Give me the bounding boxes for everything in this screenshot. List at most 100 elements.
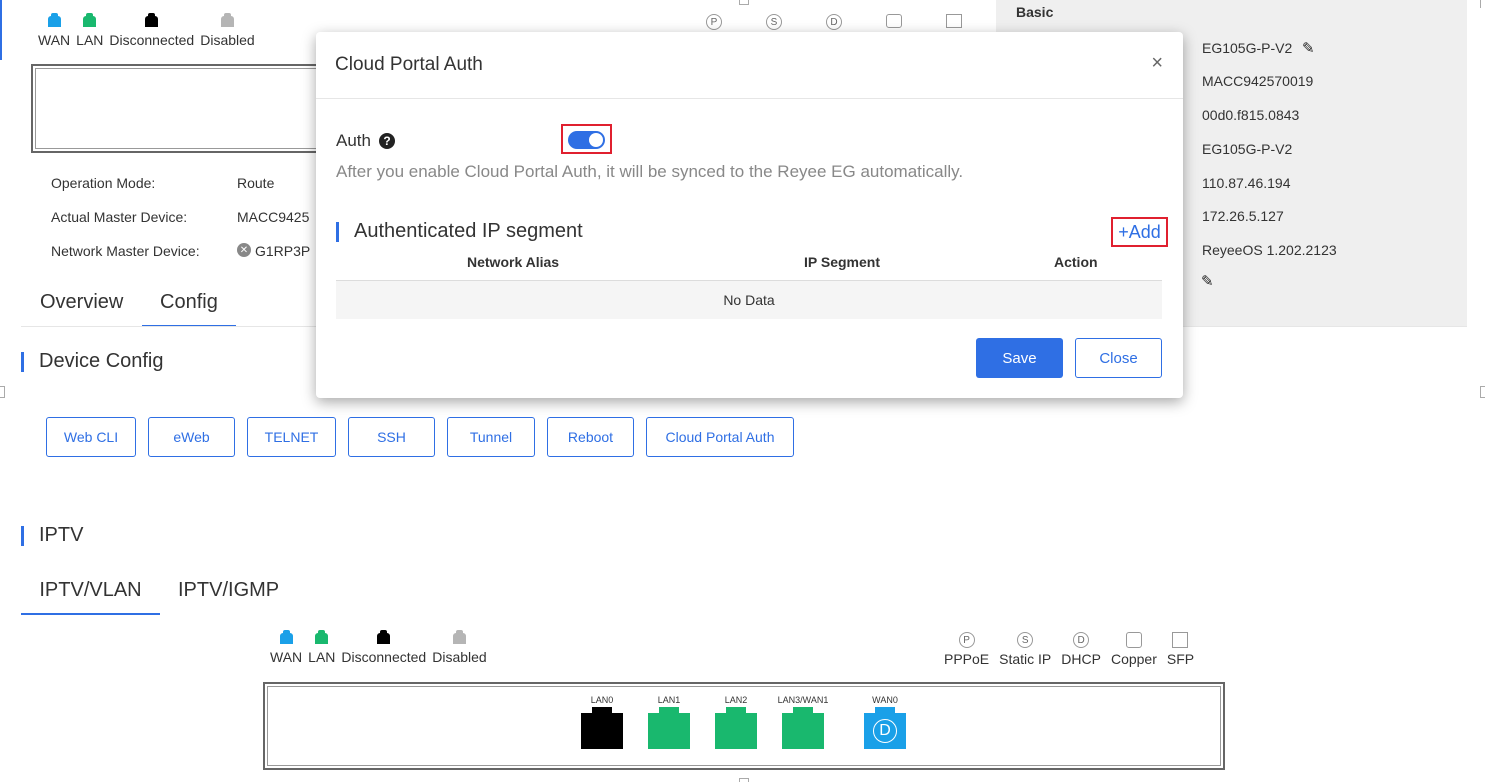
left-edge-marker <box>0 386 5 398</box>
close-button[interactable]: Close <box>1075 338 1162 378</box>
disconnected-swatch-icon <box>145 13 159 27</box>
top-port-frame <box>31 64 331 153</box>
legend-label: LAN <box>76 32 104 48</box>
basic-value: 110.87.46.194 <box>1202 175 1291 191</box>
legend-label: LAN <box>308 649 336 665</box>
network-master-status-icon: ✕ <box>237 243 251 257</box>
scroll-handle-icon <box>739 0 749 5</box>
pppoe-icon: P <box>958 632 975 648</box>
column-network-alias: Network Alias <box>467 254 560 270</box>
port-lan3-wan1[interactable]: LAN3/WAN1 <box>772 695 834 749</box>
port-label: LAN3/WAN1 <box>777 695 829 705</box>
ethernet-port-icon <box>581 707 623 749</box>
add-segment-button[interactable]: +Add <box>1111 217 1168 247</box>
port-lan1[interactable]: LAN1 <box>648 695 690 749</box>
legend-disabled: Disabled <box>432 630 487 665</box>
legend-disconnected: Disconnected <box>341 630 426 665</box>
left-edge-line <box>0 0 2 60</box>
auth-toggle[interactable] <box>568 131 605 149</box>
sfp-icon <box>1172 632 1189 648</box>
basic-value: ReyeeOS 1.202.2123 <box>1202 242 1337 258</box>
operation-mode-value: Route <box>237 175 275 191</box>
legend-wan: WAN <box>270 630 303 665</box>
port-label: LAN2 <box>724 695 748 705</box>
tab-config[interactable]: Config <box>142 291 236 327</box>
ethernet-port-icon: D <box>864 707 906 749</box>
edit-icon[interactable]: ✎ <box>1302 39 1315 57</box>
port-wan0[interactable]: WAN0 D <box>864 695 906 749</box>
legend-disconnected: Disconnected <box>109 13 195 48</box>
empty-table-message: No Data <box>336 281 1162 319</box>
dialog-title: Cloud Portal Auth <box>335 54 483 75</box>
legend-label: SFP <box>1166 651 1195 667</box>
column-ip-segment: IP Segment <box>804 254 880 270</box>
legend-pppoe: P PPPoE <box>939 632 994 667</box>
toggle-knob <box>589 133 603 147</box>
ethernet-port-icon <box>715 707 757 749</box>
copper-icon <box>1125 632 1142 648</box>
save-button[interactable]: Save <box>976 338 1063 378</box>
right-edge-marker <box>1480 386 1485 398</box>
disconnected-swatch-icon <box>377 630 391 644</box>
ethernet-port-icon <box>648 707 690 749</box>
right-edge-marker <box>1480 0 1485 8</box>
port-label: LAN1 <box>657 695 681 705</box>
scroll-handle-icon <box>739 778 749 782</box>
legend-label: PPPoE <box>944 651 990 667</box>
port-lan2[interactable]: LAN2 <box>715 695 757 749</box>
legend-sfp: SFP <box>1162 632 1199 667</box>
port-type-icons-top: P S D <box>706 14 962 30</box>
port-panel: LAN0 LAN1 LAN2 LAN3/WAN1 WAN0 D <box>263 682 1225 770</box>
basic-value: EG105G-P-V2 <box>1202 141 1293 157</box>
tab-iptv-vlan[interactable]: IPTV/VLAN <box>21 579 160 615</box>
legend-label: Disabled <box>200 32 255 48</box>
disabled-swatch-icon <box>220 13 234 27</box>
basic-value: 00d0.f815.0843 <box>1202 107 1300 123</box>
sfp-icon <box>946 14 962 28</box>
eweb-button[interactable]: eWeb <box>148 417 235 457</box>
edit-icon[interactable]: ✎ <box>1201 272 1214 290</box>
close-icon[interactable]: × <box>1151 52 1163 75</box>
network-master-value: G1RP3P <box>255 243 311 259</box>
legend-label: Disconnected <box>109 32 195 48</box>
copper-icon <box>886 14 902 28</box>
help-icon[interactable]: ? <box>378 133 395 149</box>
legend-dhcp: D DHCP <box>1056 632 1106 667</box>
wan-swatch-icon <box>47 13 61 27</box>
legend-label: Disabled <box>432 649 487 665</box>
port-lan0[interactable]: LAN0 <box>581 695 623 749</box>
lan-swatch-icon <box>315 630 329 644</box>
iptv-title: IPTV <box>21 524 83 547</box>
tab-overview[interactable]: Overview <box>40 291 123 327</box>
legend-lan: LAN <box>308 630 336 665</box>
tunnel-button[interactable]: Tunnel <box>447 417 535 457</box>
lan-swatch-icon <box>83 13 97 27</box>
legend-label: Static IP <box>999 651 1052 667</box>
ssh-button[interactable]: SSH <box>348 417 435 457</box>
device-config-title: Device Config <box>21 350 164 373</box>
segment-title: Authenticated IP segment <box>336 220 583 243</box>
legend-disabled: Disabled <box>200 13 255 48</box>
status-legend: WAN LAN Disconnected Disabled <box>38 13 255 48</box>
reboot-button[interactable]: Reboot <box>547 417 634 457</box>
dhcp-icon: D <box>1073 632 1090 648</box>
legend-copper: Copper <box>1106 632 1162 667</box>
port-label: LAN0 <box>590 695 614 705</box>
auth-label: Auth <box>336 131 371 150</box>
legend-label: WAN <box>270 649 303 665</box>
actual-master-label: Actual Master Device: <box>51 209 188 225</box>
wan-swatch-icon <box>279 630 293 644</box>
cloud-portal-auth-button[interactable]: Cloud Portal Auth <box>646 417 794 457</box>
bottom-status-legend: WAN LAN Disconnected Disabled <box>270 630 487 665</box>
static-ip-icon: S <box>1017 632 1034 648</box>
auth-description: After you enable Cloud Portal Auth, it w… <box>336 162 964 181</box>
web-cli-button[interactable]: Web CLI <box>46 417 136 457</box>
dhcp-icon: D <box>873 719 897 743</box>
auth-toggle-highlight <box>561 124 612 154</box>
telnet-button[interactable]: TELNET <box>247 417 336 457</box>
basic-value: EG105G-P-V2 <box>1202 40 1293 56</box>
legend-wan: WAN <box>38 13 70 48</box>
tab-iptv-igmp[interactable]: IPTV/IGMP <box>178 579 279 602</box>
port-label: WAN0 <box>872 695 898 705</box>
dialog-divider <box>316 98 1183 99</box>
